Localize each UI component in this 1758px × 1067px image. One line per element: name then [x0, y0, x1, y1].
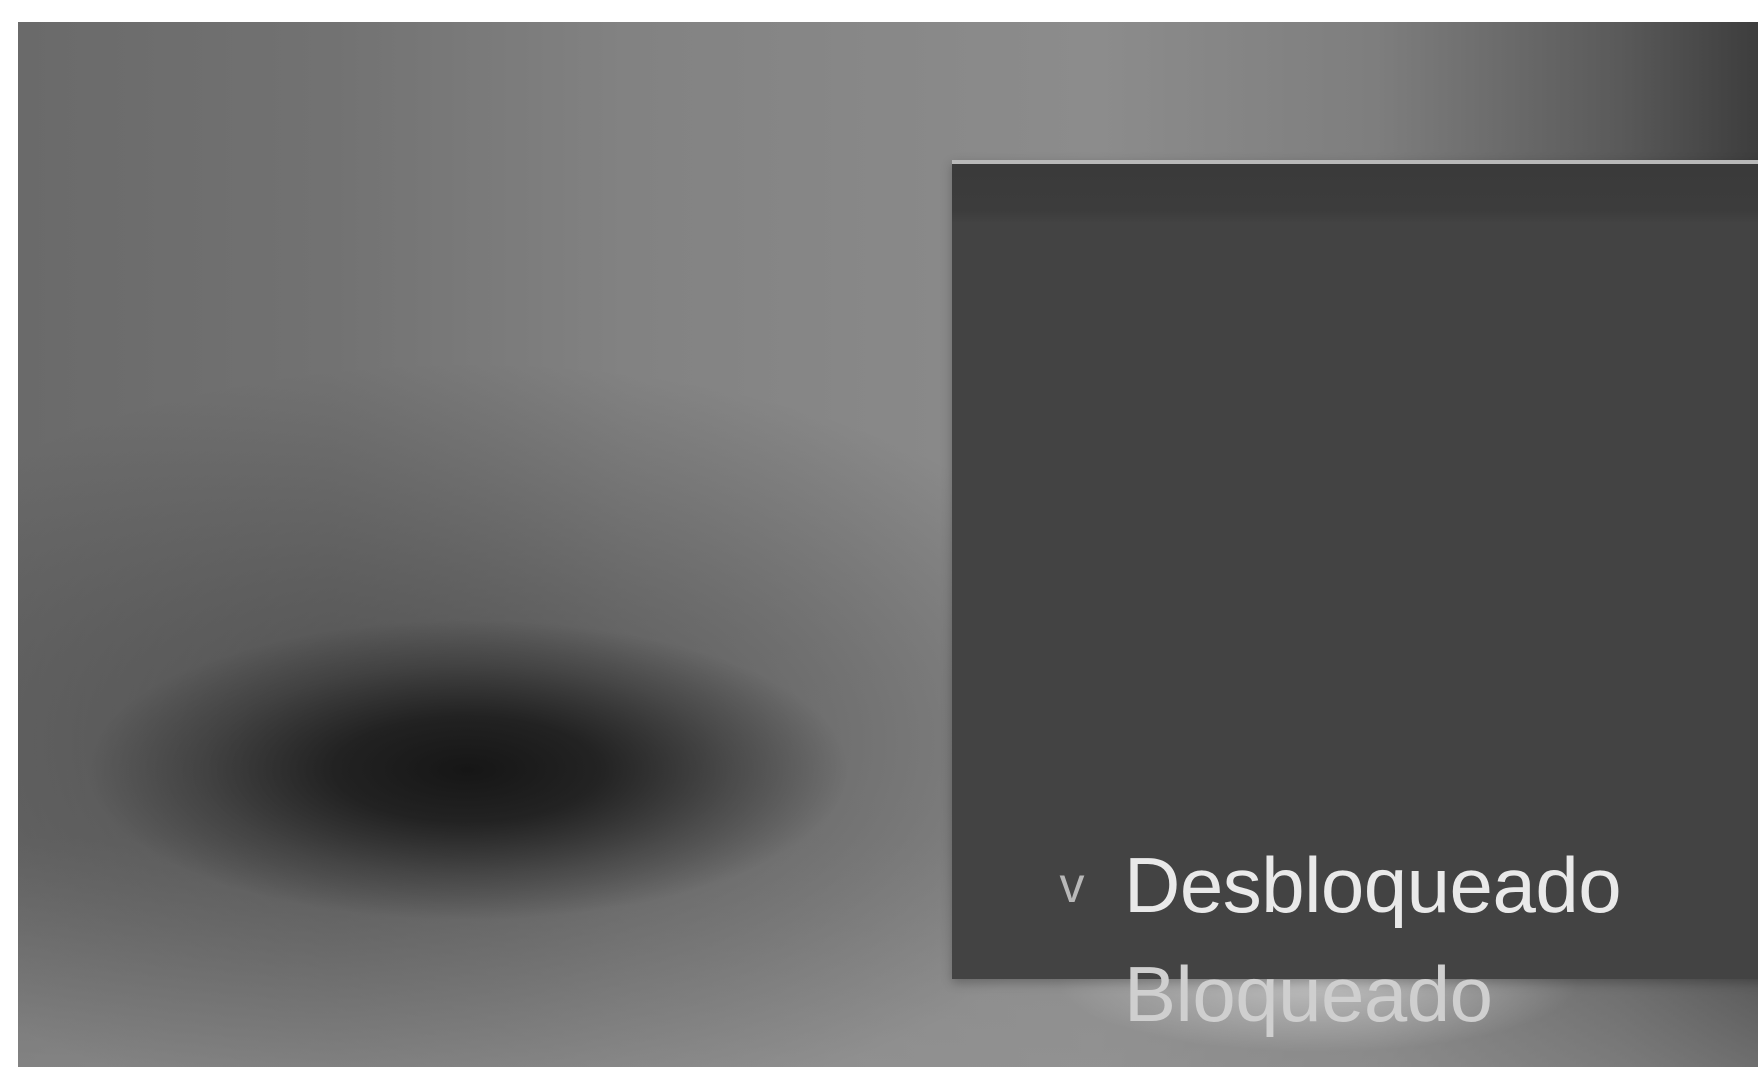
option-label-bloqueado: Bloqueado: [1124, 950, 1493, 1038]
menu-panel-header: [952, 164, 1758, 222]
lock-setting-menu-panel: v Desbloqueado Bloqueado: [952, 160, 1758, 1038]
selected-check-mark: v: [1059, 857, 1085, 913]
tv-screen-background: v Desbloqueado Bloqueado: [18, 22, 1758, 1067]
option-label-desbloqueado: Desbloqueado: [1124, 841, 1622, 929]
option-desbloqueado[interactable]: v Desbloqueado: [952, 835, 1758, 935]
option-bloqueado[interactable]: Bloqueado: [952, 944, 1758, 1044]
